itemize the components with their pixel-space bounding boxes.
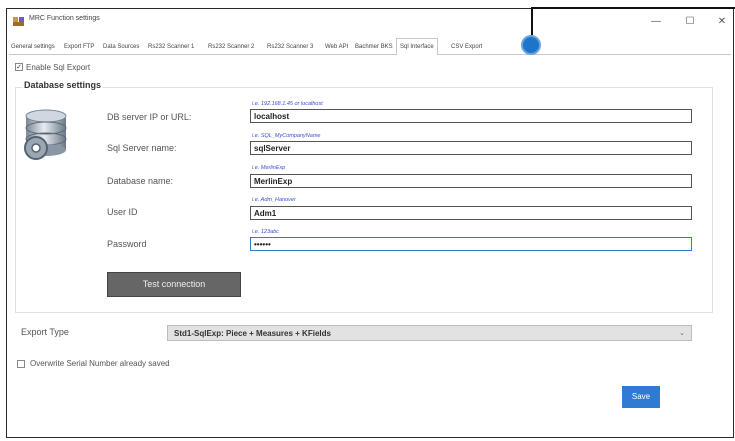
export-type-select[interactable]: Std1-SqlExp: Piece + Measures + KFields … <box>167 325 692 341</box>
title-bar: MRC Function settings — ☐ ✕ <box>7 9 733 35</box>
callout-line-horizontal <box>532 7 735 9</box>
settings-window: MRC Function settings — ☐ ✕ General sett… <box>6 8 734 438</box>
database-settings-title: Database settings <box>22 80 104 90</box>
overwrite-serial-label: Overwrite Serial Number already saved <box>30 359 170 368</box>
export-type-label: Export Type <box>21 327 69 337</box>
database-name-input[interactable]: MerlinExp <box>250 174 692 188</box>
chevron-down-icon: ⌄ <box>679 330 685 337</box>
password-hint: i.e. 123abc <box>252 229 279 235</box>
user-id-input[interactable]: Adm1 <box>250 206 692 220</box>
callout-marker <box>521 35 541 55</box>
overwrite-serial-checkbox[interactable] <box>17 360 25 368</box>
tab-bachmer-bks[interactable]: Bachmer BKS <box>355 40 393 53</box>
database-name-label: Database name: <box>107 176 174 186</box>
tab-web-api[interactable]: Web API <box>325 40 348 53</box>
minimize-button[interactable]: — <box>645 14 667 30</box>
sql-server-name-hint: i.e. SQL_MyCompanyName <box>252 133 321 139</box>
save-button[interactable]: Save <box>622 386 660 408</box>
db-server-label: DB server IP or URL: <box>107 112 192 122</box>
db-server-hint: i.e. 192.168.1.45 or localhost <box>252 101 323 107</box>
app-icon <box>13 17 24 26</box>
enable-sql-label: Enable Sql Export <box>26 63 91 72</box>
database-name-hint: i.e. MerlinExp <box>252 165 286 171</box>
tab-rs232-scanner-1[interactable]: Rs232 Scanner 1 <box>148 40 194 53</box>
tab-general-settings[interactable]: General settings <box>11 40 55 53</box>
maximize-button[interactable]: ☐ <box>679 14 701 30</box>
db-server-input[interactable]: localhost <box>250 109 692 123</box>
tab-csv-export[interactable]: CSV Export <box>451 40 482 53</box>
database-settings-group: Database settings DB server IP or URL: i… <box>15 80 713 313</box>
export-type-value: Std1-SqlExp: Piece + Measures + KFields <box>174 329 331 338</box>
tab-data-sources[interactable]: Data Sources <box>103 40 139 53</box>
tab-rs232-scanner-3[interactable]: Rs232 Scanner 3 <box>267 40 313 53</box>
tab-strip: General settings Export FTP Data Sources… <box>9 38 731 55</box>
database-gear-icon <box>24 109 67 160</box>
password-label: Password <box>107 239 147 249</box>
enable-sql-checkbox[interactable]: ✓ <box>15 63 23 71</box>
user-id-hint: i.e. Adm_Hanover <box>252 197 296 203</box>
sql-server-name-label: Sql Server name: <box>107 143 177 153</box>
test-connection-button[interactable]: Test connection <box>107 272 241 297</box>
sql-server-name-input[interactable]: sqlServer <box>250 141 692 155</box>
tab-export-ftp[interactable]: Export FTP <box>64 40 94 53</box>
close-button[interactable]: ✕ <box>711 14 733 30</box>
user-id-label: User ID <box>107 207 138 217</box>
window-title: MRC Function settings <box>29 15 100 22</box>
password-input[interactable]: •••••• <box>250 237 692 251</box>
tab-sql-interface[interactable]: Sql Interface <box>396 38 438 55</box>
tab-rs232-scanner-2[interactable]: Rs232 Scanner 2 <box>208 40 254 53</box>
callout-line-vertical <box>531 7 533 37</box>
